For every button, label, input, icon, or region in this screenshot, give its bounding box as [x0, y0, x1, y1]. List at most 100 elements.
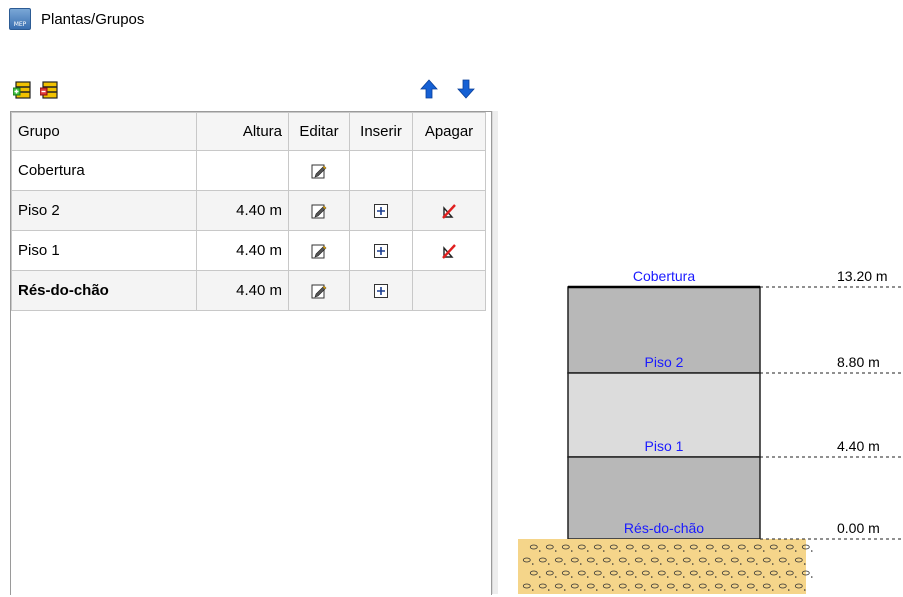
table-row[interactable]: Cobertura [11, 150, 486, 191]
ground-dot [771, 563, 774, 565]
delete-icon[interactable] [412, 190, 486, 231]
insert-icon[interactable] [349, 190, 413, 231]
cell-group[interactable]: Piso 2 [11, 190, 197, 231]
ground-dot [570, 576, 573, 578]
ground-dot [723, 589, 726, 591]
level-label: Piso 2 [645, 354, 684, 370]
ground-dot [595, 563, 598, 565]
ground-dot [563, 563, 566, 565]
ground-dot [810, 576, 813, 578]
ground-dot [531, 563, 534, 565]
ground-dot [810, 550, 813, 552]
ground-dot [659, 563, 662, 565]
ground-dot [627, 563, 630, 565]
ground-dot [682, 550, 685, 552]
ground-dot [554, 550, 557, 552]
ground-dot [554, 576, 557, 578]
ground-dot [666, 576, 669, 578]
ground-dot [739, 563, 742, 565]
ground-dot [563, 589, 566, 591]
level-label: Cobertura [633, 268, 695, 284]
level-elevation: 8.80 m [837, 354, 880, 370]
cell-delete-empty[interactable] [412, 150, 486, 191]
ground-dot [579, 589, 582, 591]
ground-dot [611, 563, 614, 565]
window-title: Plantas/Grupos [41, 10, 145, 28]
level-label: Piso 1 [645, 438, 684, 454]
ground-dot [586, 550, 589, 552]
ground-dot [675, 563, 678, 565]
ground-dot [531, 589, 534, 591]
arrow-down-icon[interactable] [455, 78, 477, 100]
cell-height[interactable]: 4.40 m [196, 190, 289, 231]
ground-dot [682, 576, 685, 578]
toolbar [0, 70, 903, 110]
table-header-row: Grupo Altura Editar Inserir Apagar [11, 112, 486, 151]
ground-dot [746, 576, 749, 578]
ground-dot [730, 550, 733, 552]
app-badge: MEP [13, 21, 27, 28]
ground-dot [707, 589, 710, 591]
level-elevation: 4.40 m [837, 438, 880, 454]
cell-height[interactable]: 4.40 m [196, 270, 289, 311]
ground-dot [698, 576, 701, 578]
groups-table-panel: Grupo Altura Editar Inserir Apagar Cober… [10, 111, 492, 595]
ground-dot [595, 589, 598, 591]
ground-dot [691, 589, 694, 591]
ground-dot [714, 550, 717, 552]
insert-icon[interactable] [349, 230, 413, 271]
header-insert[interactable]: Inserir [349, 112, 413, 151]
ground-dot [650, 576, 653, 578]
header-group[interactable]: Grupo [11, 112, 197, 151]
ground-dot [538, 550, 541, 552]
ground-dot [803, 563, 806, 565]
cell-insert-empty[interactable] [349, 150, 413, 191]
ground-dot [586, 576, 589, 578]
edit-icon[interactable] [288, 230, 350, 271]
ground-dot [803, 589, 806, 591]
cell-group[interactable]: Piso 1 [11, 230, 197, 271]
add-floor-icon[interactable] [13, 80, 33, 100]
ground-dot [643, 589, 646, 591]
ground-dot [755, 589, 758, 591]
ground-dot [659, 589, 662, 591]
cell-height[interactable]: 4.40 m [196, 230, 289, 271]
ground-dot [538, 576, 541, 578]
elevation-drawing: Cobertura 13.20 m Piso 2 8.80 m Piso 1 4.40 m… [497, 111, 903, 594]
ground-dot [698, 550, 701, 552]
edit-icon[interactable] [288, 270, 350, 311]
ground-dot [618, 550, 621, 552]
ground-dot [714, 576, 717, 578]
ground-dot [547, 563, 550, 565]
header-height[interactable]: Altura [196, 112, 289, 151]
ground-dot [778, 576, 781, 578]
ground-dot [739, 589, 742, 591]
ground-dot [794, 550, 797, 552]
insert-icon[interactable] [349, 270, 413, 311]
delete-icon[interactable] [412, 230, 486, 271]
app-icon: MEP [9, 8, 31, 30]
remove-floor-icon[interactable] [40, 80, 60, 100]
cell-height[interactable] [196, 150, 289, 191]
header-delete[interactable]: Apagar [412, 112, 486, 151]
cell-group[interactable]: Cobertura [11, 150, 197, 191]
ground-dot [762, 550, 765, 552]
cell-group[interactable]: Rés-do-chão [11, 270, 197, 311]
ground-dot [570, 550, 573, 552]
table-row[interactable]: Rés-do-chão 4.40 m [11, 270, 486, 311]
level-elevation: 0.00 m [837, 520, 880, 536]
ground-dot [611, 589, 614, 591]
header-edit[interactable]: Editar [288, 112, 350, 151]
ground-dot [643, 563, 646, 565]
table-row[interactable]: Piso 2 4.40 m [11, 190, 486, 231]
arrow-up-icon[interactable] [418, 78, 440, 100]
edit-icon[interactable] [288, 150, 350, 191]
table-row[interactable]: Piso 1 4.40 m [11, 230, 486, 271]
ground-dot [627, 589, 630, 591]
ground-dot [746, 550, 749, 552]
ground-dot [755, 563, 758, 565]
ground-dot [602, 576, 605, 578]
cell-delete-empty[interactable] [412, 270, 486, 311]
edit-icon[interactable] [288, 190, 350, 231]
ground-dot [778, 550, 781, 552]
